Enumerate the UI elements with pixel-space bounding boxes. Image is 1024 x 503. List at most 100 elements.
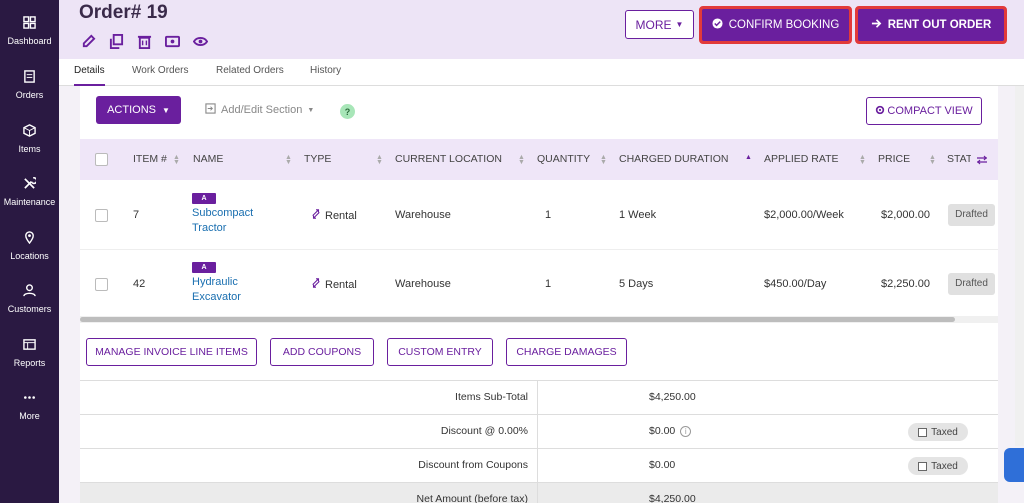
actions-button[interactable]: ACTIONS ▼ <box>96 96 181 124</box>
column-header-item-no[interactable]: ITEM # <box>133 139 167 180</box>
column-header-name[interactable]: NAME <box>193 139 223 180</box>
sort-icon[interactable]: ▲ ▼ <box>285 154 292 166</box>
totals-value: $0.00 i <box>649 425 692 437</box>
column-header-type[interactable]: TYPE <box>304 139 331 180</box>
sidebar-label: Orders <box>15 90 44 100</box>
sidebar-item-locations[interactable]: Locations <box>0 231 59 281</box>
help-icon[interactable]: ? <box>340 104 355 119</box>
sidebar-item-reports[interactable]: Reports <box>0 338 59 388</box>
table-row[interactable]: 7 A Subcompact Tractor Rental Warehouse … <box>80 180 998 250</box>
taxed-label: Taxed <box>931 460 958 472</box>
swap-arrows-icon <box>311 209 321 222</box>
item-location: Warehouse <box>395 209 451 221</box>
custom-entry-button[interactable]: CUSTOM ENTRY <box>387 338 493 366</box>
totals-row: Net Amount (before tax) $4,250.00 <box>80 483 998 503</box>
column-header-current-location[interactable]: CURRENT LOCATION <box>395 139 502 180</box>
table-row[interactable]: 42 A Hydraulic Excavator Rental Warehous… <box>80 250 998 320</box>
sort-ascending-icon[interactable]: ▲ <box>745 154 752 161</box>
taxed-checkbox[interactable] <box>918 427 928 437</box>
rent-out-order-button[interactable]: RENT OUT ORDER <box>855 6 1007 44</box>
edit-icon[interactable] <box>79 32 97 50</box>
sort-icon[interactable]: ▲ ▼ <box>929 154 936 166</box>
more-dots-icon <box>0 391 59 409</box>
item-name-line: Hydraulic <box>192 276 238 288</box>
arrow-right-icon <box>871 18 882 32</box>
items-icon <box>0 124 59 142</box>
tab-related-orders[interactable]: Related Orders <box>216 59 284 86</box>
more-button-label: MORE <box>635 17 672 32</box>
column-header-price[interactable]: PRICE <box>878 139 910 180</box>
sidebar-label: More <box>19 411 40 421</box>
totals-table: Items Sub-Total $4,250.00 Discount @ 0.0… <box>80 380 998 503</box>
taxed-toggle[interactable]: Taxed <box>908 423 968 441</box>
item-duration: 1 Week <box>619 209 657 221</box>
cash-icon[interactable] <box>163 32 181 50</box>
caret-down-icon: ▼ <box>307 106 315 114</box>
item-badge: A <box>192 193 216 204</box>
tab-details[interactable]: Details <box>74 59 105 86</box>
compact-view-label: COMPACT VIEW <box>887 105 973 117</box>
trash-icon[interactable] <box>135 32 153 50</box>
swap-arrows-icon <box>311 278 321 291</box>
add-coupons-button[interactable]: ADD COUPONS <box>270 338 374 366</box>
table-header: ITEM # ▲ ▼ NAME ▲ ▼ TYPE ▲ ▼ CURRENT LOCATI… <box>80 139 998 180</box>
sidebar-item-maintenance[interactable]: Maintenance <box>0 177 59 227</box>
sidebar-item-dashboard[interactable]: Dashboard <box>0 16 59 66</box>
item-duration: 5 Days <box>619 278 654 290</box>
item-quantity: 1 <box>545 209 552 221</box>
item-name-link[interactable]: Subcompact Tractor <box>192 206 253 236</box>
horizontal-scrollbar[interactable] <box>80 316 998 323</box>
vertical-scrollbar[interactable] <box>1015 86 1024 446</box>
item-number: 42 <box>133 278 146 290</box>
sidebar-item-items[interactable]: Items <box>0 124 59 174</box>
row-checkbox[interactable] <box>95 209 108 222</box>
totals-amount: $0.00 <box>649 459 676 471</box>
more-button[interactable]: MORE ▼ <box>625 10 694 39</box>
column-header-charged-duration[interactable]: CHARGED DURATION <box>619 139 728 180</box>
tab-work-orders[interactable]: Work Orders <box>132 59 189 86</box>
info-icon[interactable]: i <box>680 425 692 437</box>
sort-icon[interactable]: ▲ ▼ <box>518 154 525 166</box>
rent-out-order-label: RENT OUT ORDER <box>887 19 992 31</box>
charge-damages-button[interactable]: CHARGE DAMAGES <box>506 338 627 366</box>
chat-widget-icon[interactable] <box>1004 448 1024 482</box>
row-checkbox[interactable] <box>95 278 108 291</box>
column-settings-icon[interactable] <box>976 153 988 171</box>
sidebar-item-customers[interactable]: Customers <box>0 284 59 334</box>
select-all-checkbox[interactable] <box>95 153 108 166</box>
compact-view-button[interactable]: COMPACT VIEW <box>866 97 982 125</box>
column-header-applied-rate[interactable]: APPLIED RATE <box>764 139 839 180</box>
totals-label: Items Sub-Total <box>455 391 528 403</box>
confirm-booking-button[interactable]: CONFIRM BOOKING <box>699 6 852 44</box>
divider <box>537 449 538 483</box>
sidebar-item-more[interactable]: More <box>0 391 59 441</box>
scrollbar-thumb[interactable] <box>80 317 955 322</box>
manage-invoice-line-items-button[interactable]: MANAGE INVOICE LINE ITEMS <box>86 338 257 366</box>
caret-down-icon: ▼ <box>675 20 684 29</box>
item-type-label: Rental <box>325 209 357 222</box>
copy-icon[interactable] <box>107 32 125 50</box>
sort-icon[interactable]: ▲ ▼ <box>600 154 607 166</box>
totals-row: Items Sub-Total $4,250.00 <box>80 381 998 415</box>
sort-icon[interactable]: ▲ ▼ <box>376 154 383 166</box>
taxed-checkbox[interactable] <box>918 461 928 471</box>
taxed-toggle[interactable]: Taxed <box>908 457 968 475</box>
sort-icon[interactable]: ▲ ▼ <box>859 154 866 166</box>
sidebar-item-orders[interactable]: Orders <box>0 70 59 120</box>
item-location: Warehouse <box>395 278 451 290</box>
eye-icon[interactable] <box>191 32 209 50</box>
item-name-link[interactable]: Hydraulic Excavator <box>192 275 241 305</box>
status-badge: Drafted <box>948 273 995 295</box>
orders-icon <box>0 70 59 88</box>
caret-down-icon: ▼ <box>161 105 170 115</box>
column-header-status[interactable]: STAT <box>947 139 971 180</box>
column-header-quantity[interactable]: QUANTITY <box>537 139 590 180</box>
tab-history[interactable]: History <box>310 59 341 86</box>
section-edit-icon <box>205 103 216 117</box>
add-edit-section-dropdown[interactable]: Add/Edit Section ▼ <box>205 103 314 117</box>
sort-icon[interactable]: ▲ ▼ <box>173 154 180 166</box>
location-pin-icon <box>0 231 59 249</box>
item-price: $2,000.00 <box>881 209 930 221</box>
sidebar-label: Customers <box>7 304 52 314</box>
item-type-label: Rental <box>325 278 357 291</box>
